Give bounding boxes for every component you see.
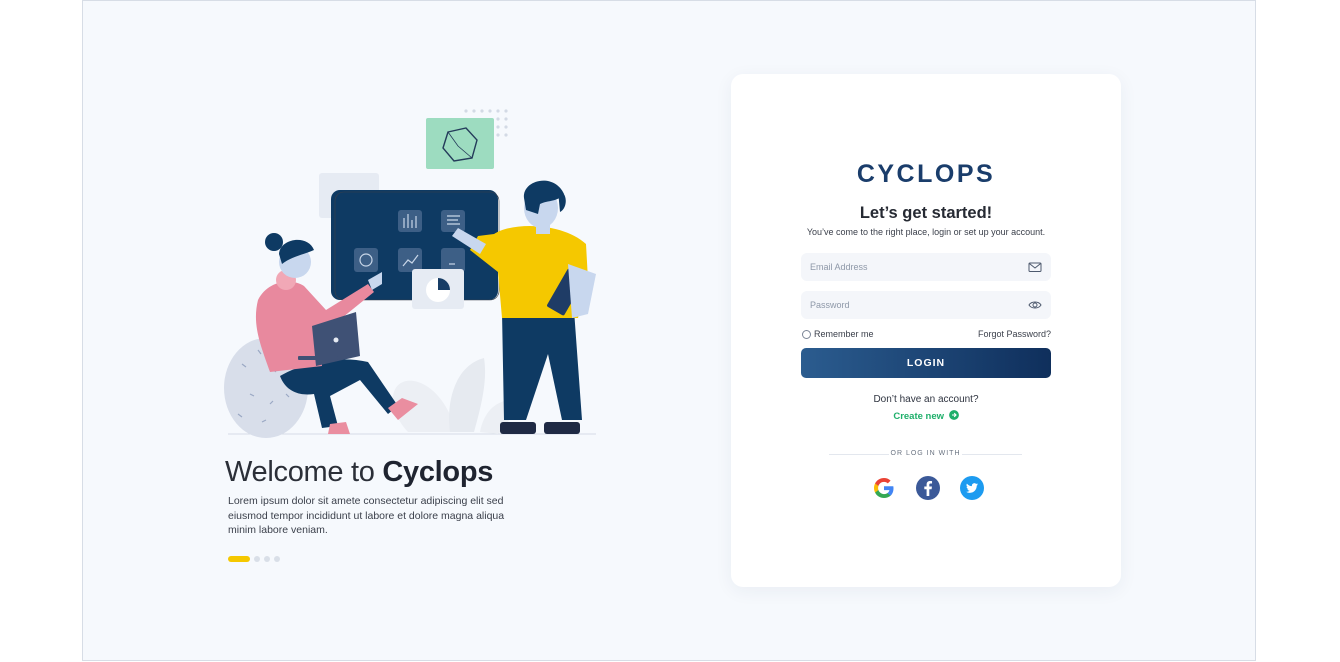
brand-logo: CYCLOPS <box>856 160 996 188</box>
remember-me-radio-icon <box>802 329 811 339</box>
welcome-title-brand: Cyclops <box>382 456 494 488</box>
login-options: Remember me Forgot Password? <box>801 328 1051 342</box>
carousel-dot-2[interactable] <box>254 556 260 562</box>
mail-icon <box>1028 262 1042 272</box>
email-field[interactable] <box>801 253 1010 281</box>
card-subline: You’ve come to the right place, login or… <box>806 227 1046 237</box>
hero-illustration <box>224 109 596 438</box>
social-login-group <box>871 475 985 501</box>
arrow-right-circle-icon <box>948 410 959 420</box>
create-new-link[interactable]: Create new <box>731 410 1121 422</box>
welcome-title-prefix: Welcome to <box>225 456 375 488</box>
carousel-dot-3[interactable] <box>264 556 270 562</box>
card-headline: Let’s get started! <box>859 204 993 222</box>
remember-me-label: Remember me <box>814 329 874 339</box>
welcome-title: Welcome to Cyclops <box>225 456 493 489</box>
create-new-label: Create new <box>893 411 945 422</box>
carousel-dot-4[interactable] <box>274 556 280 562</box>
facebook-icon[interactable] <box>915 475 941 501</box>
google-icon[interactable] <box>871 475 897 501</box>
social-divider: OR LOG IN WITH <box>829 450 1022 459</box>
carousel-indicator <box>228 556 280 562</box>
welcome-description: Lorem ipsum dolor sit amete consectetur … <box>228 495 505 536</box>
remember-me-checkbox[interactable]: Remember me <box>802 329 874 339</box>
forgot-password-link[interactable]: Forgot Password? <box>978 329 1051 339</box>
or-login-with-label: OR LOG IN WITH <box>890 450 961 457</box>
password-field-wrapper <box>801 291 1051 319</box>
twitter-icon[interactable] <box>959 475 985 501</box>
carousel-dot-1[interactable] <box>228 556 250 562</box>
email-field-wrapper <box>801 253 1051 281</box>
login-button[interactable]: LOGIN <box>801 348 1051 378</box>
no-account-text: Don’t have an account? <box>873 394 979 405</box>
eye-icon[interactable] <box>1028 298 1042 312</box>
password-field[interactable] <box>801 291 1010 319</box>
login-card: CYCLOPS Let’s get started! You’ve come t… <box>731 74 1121 587</box>
